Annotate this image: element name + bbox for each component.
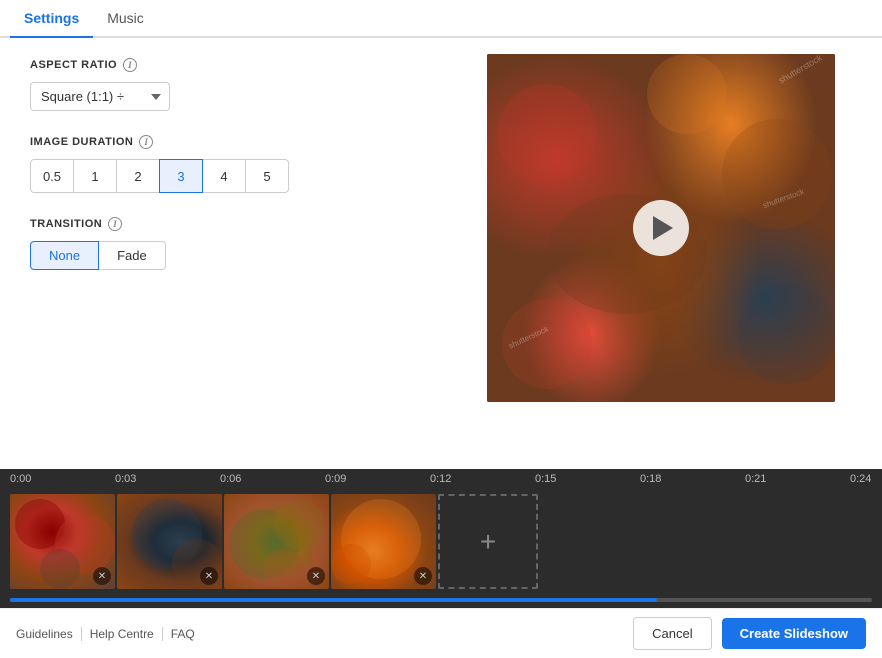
transition-group: TRANSITION i None Fade: [30, 217, 430, 270]
thumbnail-3-remove[interactable]: ✕: [307, 567, 325, 585]
play-icon: [653, 216, 673, 240]
duration-btn-4[interactable]: 4: [202, 159, 246, 193]
ruler-mark-4: 0:12: [430, 473, 535, 485]
thumbnail-2-remove[interactable]: ✕: [200, 567, 218, 585]
image-duration-group: IMAGE DURATION i 0.5 1 2 3 4 5: [30, 135, 430, 193]
ruler-mark-5: 0:15: [535, 473, 640, 485]
transition-btn-fade[interactable]: Fade: [98, 241, 166, 270]
ruler-mark-2: 0:06: [220, 473, 325, 485]
thumbnail-1[interactable]: ✕: [10, 494, 115, 589]
thumbnail-2[interactable]: ✕: [117, 494, 222, 589]
footer-links: Guidelines Help Centre FAQ: [16, 627, 203, 641]
tabs-bar: Settings Music: [0, 0, 882, 38]
settings-panel: ASPECT RATIO i Square (1:1) ÷ Landscape …: [0, 38, 460, 469]
preview-video: shutterstock shutterstock shutterstock: [487, 54, 835, 402]
timeline-ruler: 0:00 0:03 0:06 0:09 0:12 0:15 0:18 0:21 …: [0, 469, 882, 489]
timeline-strip: ✕ ✕ ✕ ✕ +: [0, 489, 882, 594]
help-centre-link[interactable]: Help Centre: [82, 627, 163, 641]
duration-btn-0.5[interactable]: 0.5: [30, 159, 74, 193]
add-plus-icon: +: [480, 528, 496, 556]
thumbnail-4-remove[interactable]: ✕: [414, 567, 432, 585]
progress-fill: [10, 598, 657, 602]
duration-btn-5[interactable]: 5: [245, 159, 289, 193]
footer-actions: Cancel Create Slideshow: [633, 617, 866, 650]
ruler-mark-8: 0:24: [850, 473, 882, 485]
tab-music[interactable]: Music: [93, 0, 158, 38]
duration-buttons: 0.5 1 2 3 4 5: [30, 159, 430, 193]
ruler-mark-3: 0:09: [325, 473, 430, 485]
progress-track[interactable]: [10, 598, 872, 602]
create-slideshow-button[interactable]: Create Slideshow: [722, 618, 866, 649]
thumbnail-4[interactable]: ✕: [331, 494, 436, 589]
transition-buttons: None Fade: [30, 241, 430, 270]
duration-btn-1[interactable]: 1: [73, 159, 117, 193]
aspect-ratio-info-icon[interactable]: i: [123, 58, 137, 72]
duration-btn-3[interactable]: 3: [159, 159, 203, 193]
ruler-mark-6: 0:18: [640, 473, 745, 485]
timeline-area: 0:00 0:03 0:06 0:09 0:12 0:15 0:18 0:21 …: [0, 469, 882, 608]
cancel-button[interactable]: Cancel: [633, 617, 711, 650]
preview-panel: shutterstock shutterstock shutterstock: [460, 38, 882, 469]
add-thumbnail-button[interactable]: +: [438, 494, 538, 589]
thumbnail-3[interactable]: ✕: [224, 494, 329, 589]
aspect-ratio-select[interactable]: Square (1:1) ÷ Landscape (16:9) Portrait…: [30, 82, 170, 111]
guidelines-link[interactable]: Guidelines: [16, 627, 82, 641]
aspect-ratio-group: ASPECT RATIO i Square (1:1) ÷ Landscape …: [30, 58, 430, 111]
image-duration-info-icon[interactable]: i: [139, 135, 153, 149]
tab-settings[interactable]: Settings: [10, 0, 93, 38]
footer: Guidelines Help Centre FAQ Cancel Create…: [0, 608, 882, 658]
ruler-mark-0: 0:00: [10, 473, 115, 485]
transition-label: TRANSITION i: [30, 217, 430, 231]
transition-info-icon[interactable]: i: [108, 217, 122, 231]
transition-btn-none[interactable]: None: [30, 241, 99, 270]
ruler-mark-1: 0:03: [115, 473, 220, 485]
thumbnail-1-remove[interactable]: ✕: [93, 567, 111, 585]
aspect-ratio-label: ASPECT RATIO i: [30, 58, 430, 72]
ruler-mark-7: 0:21: [745, 473, 850, 485]
main-content: ASPECT RATIO i Square (1:1) ÷ Landscape …: [0, 38, 882, 469]
duration-btn-2[interactable]: 2: [116, 159, 160, 193]
image-duration-label: IMAGE DURATION i: [30, 135, 430, 149]
play-button[interactable]: [633, 200, 689, 256]
faq-link[interactable]: FAQ: [163, 627, 203, 641]
timeline-progress: [0, 594, 882, 608]
